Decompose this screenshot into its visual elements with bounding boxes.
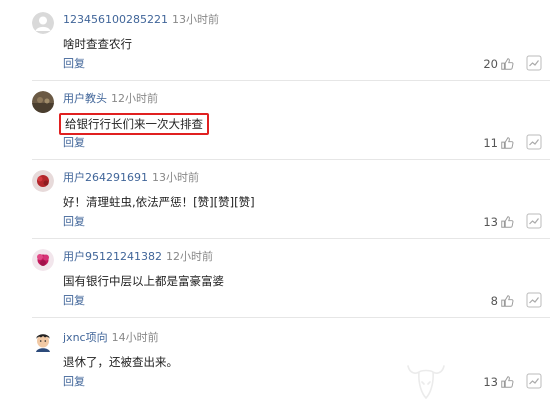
comment-item: 用户264291691 13小时前 好！清理蛀虫,依法严惩！[赞][赞][赞] 回… (0, 161, 550, 239)
divider (32, 238, 550, 239)
comment-time: 13小时前 (152, 171, 199, 184)
comment-meta: 用户教头 12小时前 (63, 91, 158, 106)
comment-item: 用户教头 12小时前 给银行行长们来一次大排查 回复 11 (0, 82, 550, 160)
comment-text: 好！清理蛀虫,依法严惩！[赞][赞][赞] (63, 195, 255, 209)
comment-time: 12小时前 (111, 92, 158, 105)
reply-link[interactable]: 回复 (63, 136, 85, 150)
comment-meta: 用户264291691 13小时前 (63, 170, 199, 185)
comment-item: 用户95121241382 12小时前 国有银行中层以上都是富豪富婆 回复 8 (0, 240, 550, 318)
trend-icon[interactable] (526, 292, 542, 308)
like-count: 11 (483, 136, 498, 150)
reply-link[interactable]: 回复 (63, 215, 85, 229)
trend-icon[interactable] (526, 213, 542, 229)
comment-list: 123456100285221 13小时前 啥时查查农行 回复 20 用户教头 12… (0, 0, 550, 403)
user-avatar[interactable] (32, 91, 54, 113)
comment-meta: 123456100285221 13小时前 (63, 12, 219, 27)
like-count: 20 (483, 57, 498, 71)
like-control[interactable]: 13 (483, 374, 514, 390)
user-avatar[interactable] (32, 249, 54, 271)
like-control[interactable]: 13 (483, 214, 514, 230)
username-link[interactable]: jxnc项向 (63, 331, 108, 344)
comment-text: 给银行行长们来一次大排查 (59, 113, 209, 135)
comment-item: 123456100285221 13小时前 啥时查查农行 回复 20 (0, 3, 550, 81)
comment-time: 12小时前 (165, 250, 213, 263)
username-link[interactable]: 用户264291691 (63, 171, 148, 184)
comment-meta: jxnc项向 14小时前 (63, 330, 159, 345)
comment-time: 13小时前 (171, 13, 219, 26)
trend-icon[interactable] (526, 134, 542, 150)
trend-icon[interactable] (526, 55, 542, 71)
comment-time: 14小时前 (111, 331, 159, 344)
comment-text: 啥时查查农行 (63, 37, 132, 51)
like-control[interactable]: 11 (483, 135, 514, 151)
trend-icon[interactable] (526, 373, 542, 389)
comment-text: 退休了，还被查出来。 (63, 355, 178, 369)
user-avatar[interactable] (32, 330, 54, 352)
divider (32, 80, 550, 81)
comment-item: jxnc项向 14小时前 退休了，还被查出来。 回复 13 (0, 321, 550, 399)
thumbs-up-icon[interactable] (500, 136, 514, 150)
like-count: 8 (490, 294, 498, 308)
comment-text: 国有银行中层以上都是富豪富婆 (63, 274, 224, 288)
like-count: 13 (483, 215, 498, 229)
reply-link[interactable]: 回复 (63, 294, 85, 308)
like-control[interactable]: 8 (491, 293, 514, 309)
username-link[interactable]: 用户教头 (63, 92, 107, 105)
bull-logo-watermark (402, 360, 450, 402)
username-link[interactable]: 123456100285221 (63, 13, 168, 26)
thumbs-up-icon[interactable] (500, 294, 514, 308)
like-count: 13 (483, 375, 498, 389)
comment-meta: 用户95121241382 12小时前 (63, 249, 213, 264)
thumbs-up-icon[interactable] (500, 57, 514, 71)
reply-link[interactable]: 回复 (63, 375, 85, 389)
like-control[interactable]: 20 (483, 56, 514, 72)
reply-link[interactable]: 回复 (63, 57, 85, 71)
thumbs-up-icon[interactable] (500, 375, 514, 389)
divider (32, 159, 550, 160)
thumbs-up-icon[interactable] (500, 215, 514, 229)
divider (32, 317, 550, 318)
user-avatar[interactable] (32, 170, 54, 192)
user-avatar[interactable] (32, 12, 54, 34)
username-link[interactable]: 用户95121241382 (63, 250, 162, 263)
